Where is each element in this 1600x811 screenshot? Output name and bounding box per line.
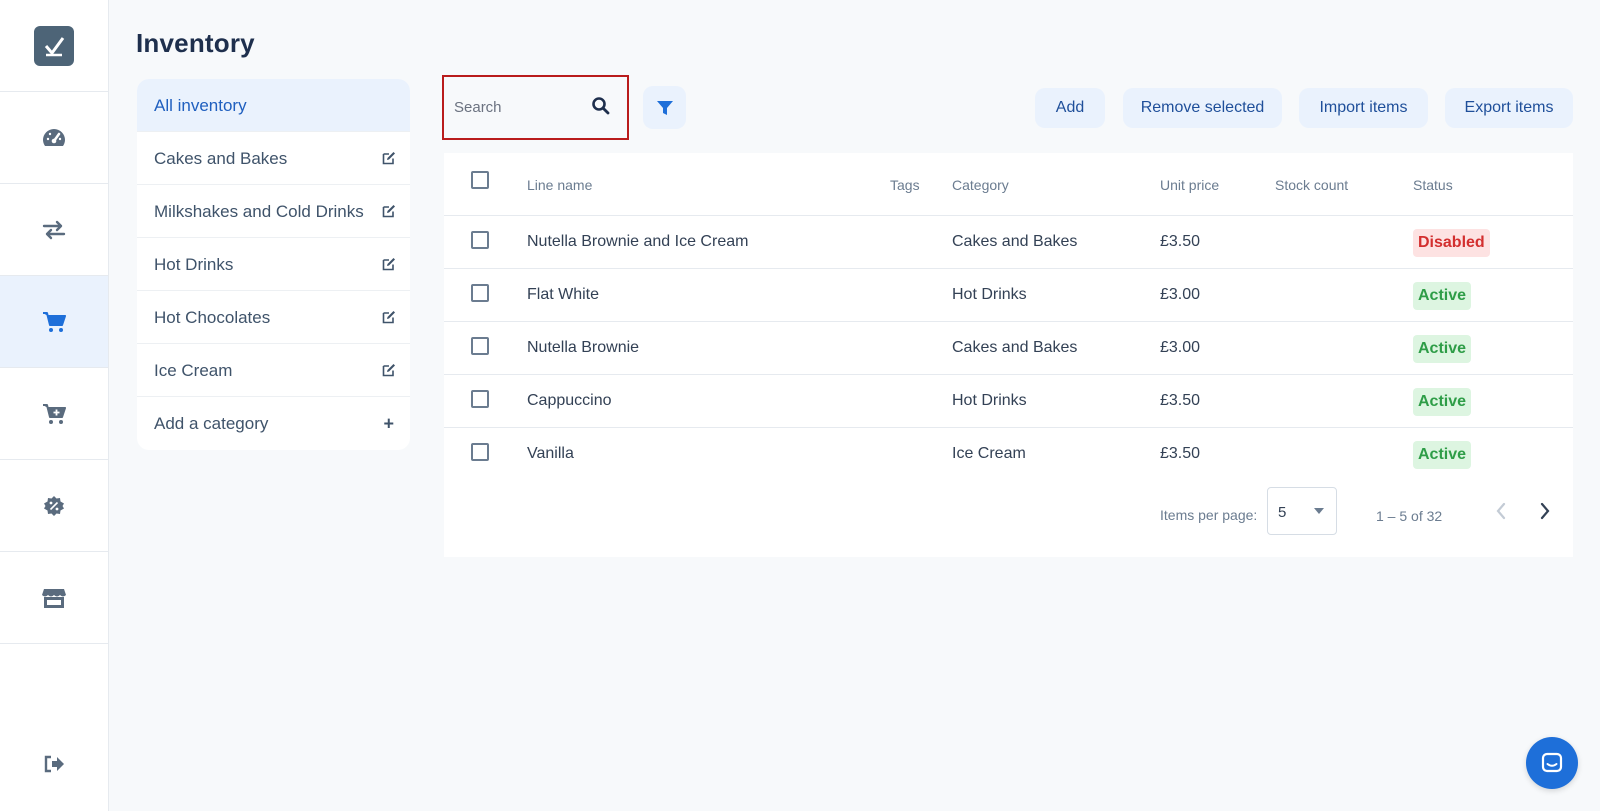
line-name: Vanilla bbox=[527, 445, 574, 462]
swap-arrows-icon bbox=[42, 220, 66, 239]
search-input[interactable] bbox=[454, 99, 584, 116]
edit-icon[interactable] bbox=[382, 204, 396, 218]
line-name: Nutella Brownie bbox=[527, 339, 640, 356]
items-per-page-select[interactable]: 5 bbox=[1267, 487, 1337, 535]
chat-button[interactable] bbox=[1526, 737, 1578, 789]
status-badge: Disabled bbox=[1413, 229, 1490, 257]
previous-page-button[interactable] bbox=[1489, 499, 1513, 523]
category-label: Milkshakes and Cold Drinks bbox=[154, 201, 364, 221]
sidebar-item-dashboard[interactable] bbox=[0, 92, 108, 184]
chevron-left-icon bbox=[1496, 502, 1506, 520]
inventory-table: Line name Tags Category Unit price Stock… bbox=[444, 153, 1573, 557]
status-badge: Active bbox=[1413, 335, 1472, 363]
line-name: Flat White bbox=[527, 286, 600, 303]
category-label: Hot Drinks bbox=[154, 254, 234, 274]
search-icon[interactable] bbox=[591, 96, 611, 116]
edit-icon[interactable] bbox=[382, 363, 396, 377]
line-name: Nutella Brownie and Ice Cream bbox=[527, 233, 749, 250]
sidebar-item-discounts[interactable] bbox=[0, 460, 108, 552]
column-header-status[interactable]: Status bbox=[1413, 177, 1453, 193]
status-badge: Active bbox=[1413, 441, 1472, 469]
logout-button[interactable] bbox=[0, 749, 108, 779]
edit-icon[interactable] bbox=[382, 310, 396, 324]
pagination-range: 1 – 5 of 32 bbox=[1376, 508, 1443, 524]
unit-price: £3.50 bbox=[1160, 392, 1201, 409]
add-category-label: Add a category bbox=[154, 414, 269, 433]
percent-badge-icon bbox=[44, 495, 64, 516]
row-checkbox[interactable] bbox=[471, 284, 489, 302]
category-hot-chocolates[interactable]: Hot Chocolates bbox=[137, 291, 410, 344]
column-header-category[interactable]: Category bbox=[952, 177, 1009, 193]
line-name: Cappuccino bbox=[527, 392, 612, 409]
chevron-right-icon bbox=[1540, 502, 1550, 520]
category-ice-cream[interactable]: Ice Cream bbox=[137, 344, 410, 397]
remove-selected-button[interactable]: Remove selected bbox=[1123, 88, 1282, 128]
column-header-unit-price[interactable]: Unit price bbox=[1160, 177, 1219, 193]
filter-icon bbox=[656, 100, 673, 115]
category: Hot Drinks bbox=[952, 286, 1027, 303]
unit-price: £3.50 bbox=[1160, 445, 1201, 462]
category-cakes-and-bakes[interactable]: Cakes and Bakes bbox=[137, 132, 410, 185]
table-row[interactable]: Nutella Brownie and Ice Cream Cakes and … bbox=[444, 217, 1573, 269]
category-label: Hot Chocolates bbox=[154, 307, 271, 327]
cart-icon bbox=[43, 311, 66, 332]
column-header-line-name[interactable]: Line name bbox=[527, 177, 592, 193]
add-button[interactable]: Add bbox=[1035, 88, 1105, 128]
import-items-button[interactable]: Import items bbox=[1299, 88, 1428, 128]
filter-button[interactable] bbox=[643, 86, 686, 129]
table-row[interactable]: Flat White Hot Drinks £3.00 Active bbox=[444, 270, 1573, 322]
logout-icon bbox=[44, 755, 64, 773]
category-label: Cakes and Bakes bbox=[154, 148, 288, 168]
category-panel: All inventory Cakes and Bakes Milkshakes… bbox=[137, 79, 410, 450]
sidebar-item-store[interactable] bbox=[0, 552, 108, 644]
category: Cakes and Bakes bbox=[952, 233, 1078, 250]
unit-price: £3.00 bbox=[1160, 286, 1201, 303]
row-checkbox[interactable] bbox=[471, 443, 489, 461]
gauge-icon bbox=[43, 128, 65, 146]
table-row[interactable]: Vanilla Ice Cream £3.50 Active bbox=[444, 429, 1573, 481]
cart-plus-icon bbox=[43, 403, 66, 424]
category: Ice Cream bbox=[952, 445, 1026, 462]
select-all-checkbox[interactable] bbox=[471, 171, 489, 189]
table-row[interactable]: Nutella Brownie Cakes and Bakes £3.00 Ac… bbox=[444, 323, 1573, 375]
row-checkbox[interactable] bbox=[471, 231, 489, 249]
unit-price: £3.00 bbox=[1160, 339, 1201, 356]
edit-icon[interactable] bbox=[382, 151, 396, 165]
items-per-page-label: Items per page: bbox=[1160, 507, 1258, 523]
category-label: All inventory bbox=[154, 95, 247, 115]
table-row[interactable]: Cappuccino Hot Drinks £3.50 Active bbox=[444, 376, 1573, 428]
sidebar-item-orders[interactable] bbox=[0, 368, 108, 460]
chat-icon bbox=[1541, 752, 1563, 773]
sidebar-item-inventory[interactable] bbox=[0, 276, 108, 368]
logo[interactable] bbox=[0, 0, 108, 92]
category: Hot Drinks bbox=[952, 392, 1027, 409]
add-category-button[interactable]: Add a category + bbox=[137, 397, 410, 450]
row-checkbox[interactable] bbox=[471, 337, 489, 355]
checkmark-logo-icon bbox=[34, 25, 74, 66]
next-page-button[interactable] bbox=[1533, 499, 1557, 523]
status-badge: Active bbox=[1413, 388, 1472, 416]
table-header: Line name Tags Category Unit price Stock… bbox=[444, 153, 1573, 216]
row-checkbox[interactable] bbox=[471, 390, 489, 408]
edit-icon[interactable] bbox=[382, 257, 396, 271]
column-header-stock-count[interactable]: Stock count bbox=[1275, 177, 1348, 193]
category-milkshakes-and-cold-drinks[interactable]: Milkshakes and Cold Drinks bbox=[137, 185, 410, 238]
category-all-inventory[interactable]: All inventory bbox=[137, 79, 410, 132]
items-per-page-value: 5 bbox=[1278, 504, 1287, 521]
unit-price: £3.50 bbox=[1160, 233, 1201, 250]
category-label: Ice Cream bbox=[154, 360, 233, 380]
column-header-tags[interactable]: Tags bbox=[890, 177, 920, 193]
category-hot-drinks[interactable]: Hot Drinks bbox=[137, 238, 410, 291]
sidebar bbox=[0, 0, 109, 811]
store-icon bbox=[42, 588, 66, 608]
status-badge: Active bbox=[1413, 282, 1472, 310]
plus-icon: + bbox=[383, 413, 394, 433]
search-box bbox=[442, 75, 629, 140]
page-title: Inventory bbox=[136, 28, 255, 58]
export-items-button[interactable]: Export items bbox=[1445, 88, 1573, 128]
sidebar-item-transactions[interactable] bbox=[0, 184, 108, 276]
caret-down-icon bbox=[1314, 508, 1324, 514]
category: Cakes and Bakes bbox=[952, 339, 1078, 356]
